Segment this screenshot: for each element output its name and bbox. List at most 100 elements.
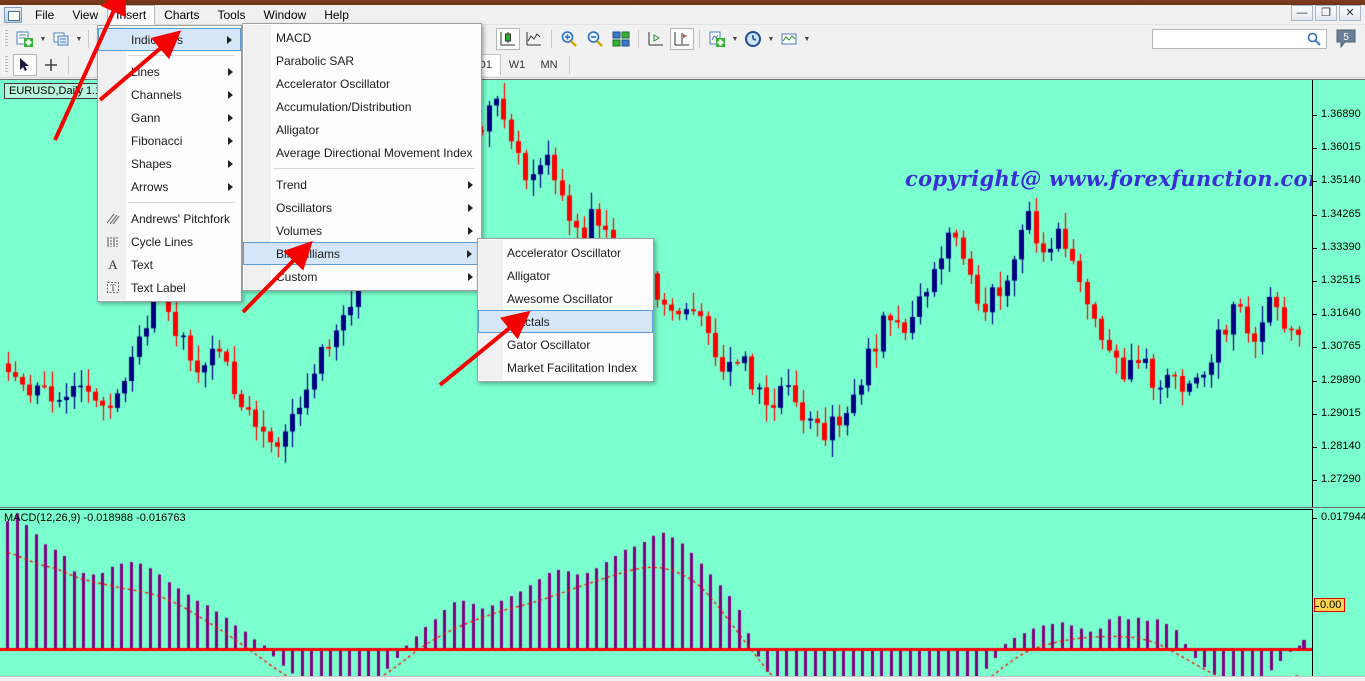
search-icon[interactable] — [1306, 31, 1322, 47]
menu-item-label: Gann — [131, 110, 161, 125]
menu-item-label: Parabolic SAR — [276, 53, 355, 68]
menu-item-label: Accelerator Oscillator — [507, 245, 622, 260]
templates-icon[interactable] — [777, 28, 801, 50]
new-order-dropdown-caret-icon[interactable]: ▼ — [74, 28, 84, 50]
menu-item-parabolic-sar[interactable]: Parabolic SAR — [243, 49, 481, 72]
macd-indicator-label: MACD(12,26,9) -0.018988 -0.016763 — [4, 512, 186, 524]
search-input[interactable] — [1156, 31, 1306, 47]
menu-help[interactable]: Help — [315, 5, 358, 25]
menu-item-bw-market-facilitation-index[interactable]: Market Facilitation Index — [478, 356, 653, 379]
menu-item-bill-williams[interactable]: Bill Williams — [243, 242, 481, 265]
menu-file[interactable]: File — [26, 5, 63, 25]
price-tick: 1.34265 — [1313, 208, 1361, 220]
messages-button[interactable]: 5 — [1333, 28, 1359, 50]
periods-dropdown-caret-icon[interactable]: ▼ — [766, 28, 776, 50]
new-chart-dropdown-caret-icon[interactable]: ▼ — [38, 28, 48, 50]
menu-tools[interactable]: Tools — [209, 5, 255, 25]
menu-item-oscillators[interactable]: Oscillators — [243, 196, 481, 219]
timeframe-mn[interactable]: MN — [533, 54, 565, 76]
tile-windows-icon[interactable] — [609, 28, 633, 50]
menu-item-label: Volumes — [276, 223, 323, 238]
menu-item-custom[interactable]: Custom — [243, 265, 481, 288]
submenu-arrow-icon — [228, 159, 233, 168]
menu-item-label: Bill Williams — [276, 246, 340, 261]
menu-item-text[interactable]: A Text — [98, 253, 241, 276]
messages-count: 5 — [1343, 32, 1349, 43]
menu-item-fibonacci[interactable]: Fibonacci — [98, 129, 241, 152]
line-chart-icon[interactable] — [522, 28, 546, 50]
submenu-arrow-icon — [468, 226, 473, 235]
submenu-arrow-icon — [228, 136, 233, 145]
macd-indicator-pane[interactable]: MACD(12,26,9) -0.018988 -0.016763 — [0, 509, 1312, 681]
menu-item-label: Custom — [276, 269, 318, 284]
menu-item-accelerator-oscillator[interactable]: Accelerator Oscillator — [243, 72, 481, 95]
templates-dropdown-caret-icon[interactable]: ▼ — [802, 28, 812, 50]
zoom-in-icon[interactable] — [557, 28, 581, 50]
copyright-watermark: copyright@ www.forexfunction.com — [905, 166, 1312, 191]
periods-clock-icon[interactable] — [741, 28, 765, 50]
toolbar-grip[interactable] — [4, 30, 8, 48]
menu-item-label: Text Label — [131, 280, 186, 295]
menu-item-label: Shapes — [131, 156, 172, 171]
toolbar-separator — [88, 30, 89, 48]
menu-item-bw-gator-oscillator[interactable]: Gator Oscillator — [478, 333, 653, 356]
menu-charts[interactable]: Charts — [155, 5, 208, 25]
menu-item-text-label[interactable]: T Text Label — [98, 276, 241, 299]
chart-shift-icon[interactable] — [670, 28, 694, 50]
menu-item-andrews-pitchfork[interactable]: Andrews' Pitchfork — [98, 207, 241, 230]
menu-item-label: Alligator — [276, 122, 320, 137]
cursor-icon[interactable] — [13, 53, 37, 76]
menu-item-accumulation-distribution[interactable]: Accumulation/Distribution — [243, 95, 481, 118]
menu-insert[interactable]: Insert — [107, 4, 156, 25]
menu-item-bw-alligator[interactable]: Alligator — [478, 264, 653, 287]
menu-item-shapes[interactable]: Shapes — [98, 152, 241, 175]
submenu-arrow-icon — [467, 249, 472, 258]
menu-item-bw-awesome-oscillator[interactable]: Awesome Oscillator — [478, 287, 653, 310]
status-bar — [0, 676, 1365, 681]
candlestick-chart-icon[interactable] — [496, 28, 520, 50]
menu-item-indicators[interactable]: Indicators — [98, 28, 241, 51]
menu-item-channels[interactable]: Channels — [98, 83, 241, 106]
price-tick: 1.35140 — [1313, 174, 1361, 186]
menu-item-bw-fractals[interactable]: Fractals — [478, 310, 653, 333]
indicators-icon[interactable] — [705, 28, 729, 50]
menu-item-gann[interactable]: Gann — [98, 106, 241, 129]
submenu-arrow-icon — [228, 113, 233, 122]
insert-menu[interactable]: Indicators Lines Channels Gann Fibonacci… — [97, 25, 242, 302]
indicators-dropdown-caret-icon[interactable]: ▼ — [730, 28, 740, 50]
menu-window[interactable]: Window — [255, 5, 316, 25]
price-tick: 1.33390 — [1313, 241, 1361, 253]
new-chart-icon[interactable] — [13, 28, 37, 50]
text-label-icon: T — [103, 279, 123, 297]
close-button[interactable]: ✕ — [1339, 5, 1361, 21]
menu-item-volumes[interactable]: Volumes — [243, 219, 481, 242]
menu-item-alligator[interactable]: Alligator — [243, 118, 481, 141]
timeframe-w1[interactable]: W1 — [501, 54, 533, 76]
menu-item-macd[interactable]: MACD — [243, 26, 481, 49]
menu-view[interactable]: View — [63, 5, 107, 25]
submenu-arrow-icon — [468, 272, 473, 281]
menu-item-adx[interactable]: Average Directional Movement Index — [243, 141, 481, 164]
new-order-icon[interactable] — [49, 28, 73, 50]
crosshair-icon[interactable] — [39, 54, 63, 76]
menu-item-lines[interactable]: Lines — [98, 60, 241, 83]
menu-item-arrows[interactable]: Arrows — [98, 175, 241, 198]
price-axis[interactable]: 1.36890 1.36015 1.35140 1.34265 1.33390 1.325… — [1312, 80, 1365, 518]
svg-text:T: T — [110, 283, 116, 293]
restore-button[interactable]: ❐ — [1315, 5, 1337, 21]
bill-williams-submenu[interactable]: Accelerator Oscillator Alligator Awesome… — [477, 238, 654, 382]
menu-item-cycle-lines[interactable]: Cycle Lines — [98, 230, 241, 253]
text-icon: A — [108, 256, 118, 272]
price-tick: 1.36015 — [1313, 141, 1361, 153]
macd-axis[interactable]: 0.0179440.00-0.011041 — [1312, 509, 1365, 681]
auto-scroll-icon[interactable] — [644, 28, 668, 50]
menu-item-bw-accelerator-oscillator[interactable]: Accelerator Oscillator — [478, 241, 653, 264]
cycle-lines-icon — [103, 233, 123, 251]
minimize-button[interactable]: — — [1291, 5, 1313, 21]
search-box[interactable] — [1152, 29, 1327, 49]
menu-item-trend[interactable]: Trend — [243, 173, 481, 196]
toolbar-separator — [699, 30, 700, 48]
indicators-submenu[interactable]: MACD Parabolic SAR Accelerator Oscillato… — [242, 23, 482, 291]
toolbar-grip[interactable] — [4, 55, 8, 74]
zoom-out-icon[interactable] — [583, 28, 607, 50]
